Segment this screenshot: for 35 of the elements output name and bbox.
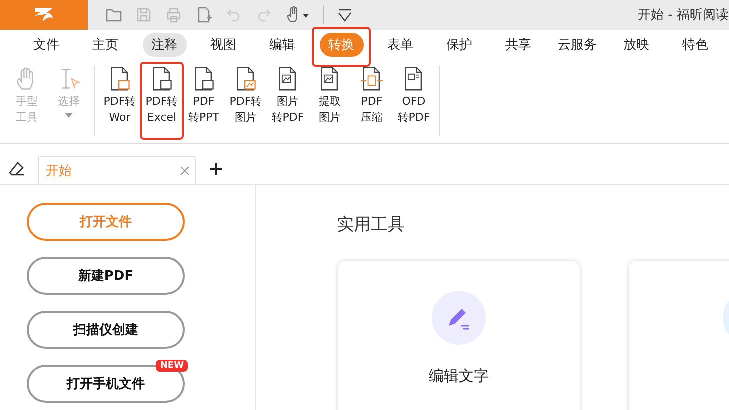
ribbon-button[interactable]: 提取 图片 [309,66,351,126]
ribbon-button[interactable]: PDF转 Wor [99,66,141,126]
menu-tab[interactable]: 主页 [84,33,128,57]
ribbon-button[interactable]: PDF转 Excel [141,66,183,126]
ribbon-button[interactable]: PDF 压缩 [351,66,393,126]
menu-tab[interactable]: 注释 [142,33,186,57]
ribbon-button[interactable]: 图片 转PDF [267,66,309,126]
document-icon [359,66,385,92]
menu-tab[interactable]: 特色 [674,33,718,57]
menu-tab[interactable]: 编辑 [260,33,304,57]
menu-tab[interactable]: 文件 [24,33,68,57]
action-button[interactable]: 新建PDF [27,257,185,295]
ribbon-button[interactable]: PDF 转PPT [183,66,225,126]
window-title: 开始 - 福昕阅读 [638,7,729,24]
ribbon-button[interactable]: PDF转 图片 [225,66,267,126]
menu-tab[interactable]: 云服务 [549,33,606,57]
eraser-icon[interactable] [8,160,26,178]
menu-tab[interactable]: 共享 [496,33,540,57]
menu-tab[interactable]: 保护 [438,33,482,57]
save-icon[interactable] [135,6,153,24]
caret-icon [65,113,73,118]
menu-tab[interactable]: 放映 [614,33,658,57]
add-tab-icon[interactable] [210,163,222,175]
action-button[interactable]: 扫描仪创建 [27,311,185,349]
print-icon[interactable] [165,6,183,24]
hand-dropdown-icon[interactable] [285,6,311,24]
new-badge: NEW [156,360,188,372]
ribbon-button[interactable]: OFD 转PDF [393,66,435,126]
tool-label: 编辑文字 [429,367,489,386]
logo-icon [33,6,55,24]
section-title: 实用工具 [337,214,406,236]
menu-tab[interactable]: 视图 [202,33,246,57]
menu-tab[interactable]: 表单 [378,33,422,57]
tool-card[interactable]: 编辑文字 [338,261,580,410]
close-icon[interactable] [180,166,190,176]
